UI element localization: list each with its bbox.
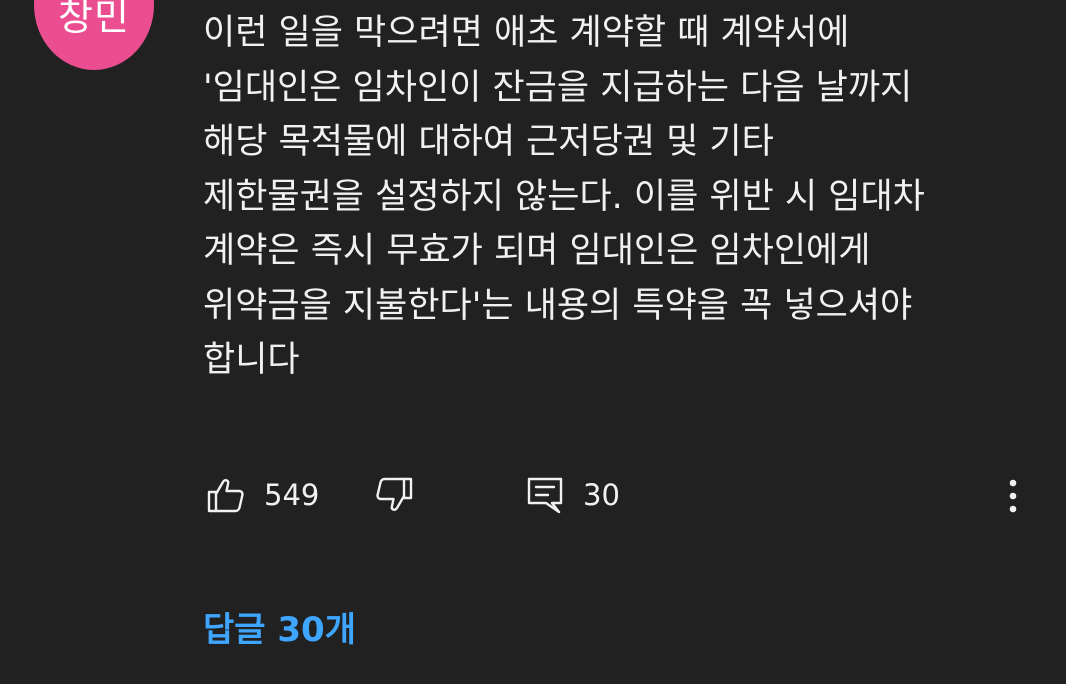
comment-line: '임대인은 임차인이 잔금을 지급하는 다음 날까지 xyxy=(203,67,913,108)
avatar-text: 창민 xyxy=(58,0,130,39)
comment-line: 이런 일을 막으려면 애초 계약할 때 계약서에 xyxy=(203,13,850,53)
comment-line: 해당 목적물에 대하여 근저당권 및 기타 xyxy=(203,122,774,162)
view-replies-link[interactable]: 답글 30개 xyxy=(203,602,356,651)
more-vertical-icon xyxy=(1008,475,1018,515)
dislike-button[interactable] xyxy=(374,470,414,520)
comment-line: 위약금을 지불한다'는 내용의 특약을 꼭 넣으셔야 xyxy=(203,285,913,326)
avatar[interactable]: 창민 xyxy=(34,0,154,70)
thumbs-up-icon xyxy=(206,475,246,515)
like-count: 549 xyxy=(264,478,320,512)
comment-line: 제한물권을 설정하지 않는다. 이를 위반 시 임대차 xyxy=(203,176,925,217)
comment-line: 계약은 즉시 무효가 되며 임대인은 임차인에게 xyxy=(203,231,871,271)
thumbs-down-icon xyxy=(374,475,414,515)
reply-button[interactable]: 30 xyxy=(525,470,620,520)
comment-line: 합니다 xyxy=(203,340,300,380)
reply-count: 30 xyxy=(583,478,620,512)
comment-icon xyxy=(525,475,565,515)
comment-text: 이런 일을 막으려면 애초 계약할 때 계약서에 '임대인은 임차인이 잔금을 … xyxy=(203,6,1023,388)
comment-actions: 549 30 xyxy=(0,470,1066,520)
like-button[interactable]: 549 xyxy=(206,470,319,520)
more-options-button[interactable] xyxy=(998,470,1028,520)
